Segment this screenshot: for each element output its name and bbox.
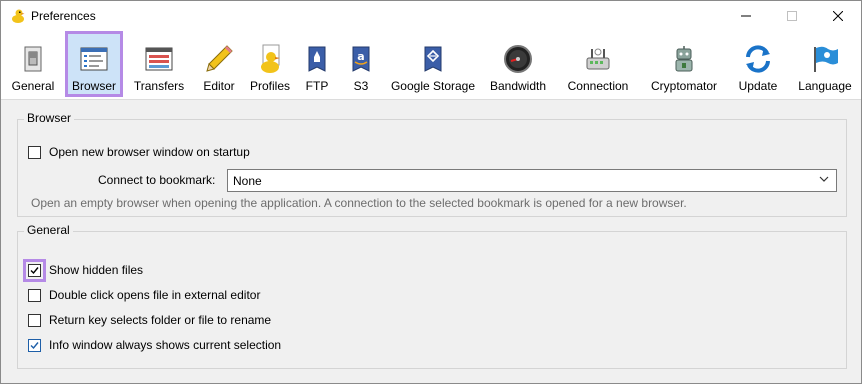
pencil-icon	[206, 45, 233, 72]
tab-language[interactable]: Language	[795, 33, 855, 95]
chevron-down-icon	[819, 176, 829, 182]
double-click-label: Double click opens file in external edit…	[49, 288, 261, 302]
info-window-checkbox[interactable]	[28, 338, 41, 352]
minimize-icon	[741, 15, 751, 17]
tab-google-storage[interactable]: Google Storage	[389, 33, 477, 95]
open-new-window-label: Open new browser window on startup	[49, 145, 250, 159]
tab-language-label: Language	[798, 79, 852, 93]
tab-cryptomator-label: Cryptomator	[650, 79, 718, 93]
tab-cryptomator[interactable]: Cryptomator	[645, 33, 723, 95]
google-storage-icon	[424, 46, 442, 72]
checkmark-icon	[30, 341, 39, 349]
double-click-checkbox[interactable]	[28, 288, 41, 302]
tab-bandwidth-label: Bandwidth	[489, 79, 547, 93]
tab-update[interactable]: Update	[733, 33, 783, 95]
minimize-button[interactable]	[723, 1, 769, 31]
general-group-title: General	[24, 223, 73, 237]
tab-ftp-label: FTP	[305, 79, 329, 93]
tab-ftp[interactable]: FTP	[301, 33, 333, 95]
window-title: Preferences	[31, 9, 96, 23]
connect-to-bookmark-select[interactable]: None	[227, 169, 837, 192]
browser-window-icon	[80, 47, 108, 71]
title-bar: Preferences	[1, 1, 861, 31]
tab-update-label: Update	[738, 79, 778, 93]
tab-s3-label: S3	[353, 79, 369, 93]
tab-google-storage-label: Google Storage	[390, 79, 476, 93]
maximize-icon	[787, 11, 797, 21]
profiles-duck-icon	[261, 44, 280, 73]
preferences-toolbar: General Browser Transfers Editor Profile…	[1, 31, 861, 100]
info-window-label: Info window always shows current selecti…	[49, 338, 282, 352]
close-button[interactable]	[815, 1, 861, 31]
open-new-window-checkbox[interactable]	[28, 145, 41, 159]
general-switch-icon	[24, 46, 42, 72]
ftp-rocket-icon	[308, 46, 326, 72]
tab-s3[interactable]: a S3	[345, 33, 377, 95]
show-hidden-files-option[interactable]: Show hidden files	[23, 258, 144, 282]
tab-profiles[interactable]: Profiles	[247, 33, 293, 95]
language-flag-icon	[814, 46, 838, 72]
s3-amazon-icon: a	[352, 46, 370, 72]
update-arrows-icon	[746, 45, 770, 73]
tab-browser[interactable]: Browser	[65, 31, 123, 97]
tab-connection-label: Connection	[567, 79, 629, 93]
preferences-window: Preferences General Browser Transfers Ed…	[0, 0, 862, 384]
duck-app-icon	[12, 9, 25, 23]
close-icon	[833, 11, 843, 21]
connect-to-bookmark-value: None	[233, 174, 262, 188]
cryptomator-robot-icon	[675, 46, 693, 72]
open-new-window-option[interactable]: Open new browser window on startup	[28, 143, 250, 161]
show-hidden-files-label: Show hidden files	[49, 263, 144, 277]
bookmark-hint-text: Open an empty browser when opening the a…	[31, 196, 687, 210]
tab-general-label: General	[11, 79, 55, 93]
return-key-label: Return key selects folder or file to ren…	[49, 313, 272, 327]
connection-router-icon	[586, 48, 610, 70]
tab-editor[interactable]: Editor	[197, 33, 241, 95]
tab-bandwidth[interactable]: Bandwidth	[485, 33, 551, 95]
tab-editor-label: Editor	[203, 79, 235, 93]
bandwidth-gauge-icon	[504, 45, 532, 73]
tab-general[interactable]: General	[7, 33, 59, 95]
checkmark-icon	[30, 266, 39, 274]
transfers-window-icon	[145, 47, 173, 71]
show-hidden-files-checkbox[interactable]	[23, 258, 46, 282]
svg-text:a: a	[357, 50, 364, 63]
tab-browser-label: Browser	[71, 79, 116, 93]
tab-connection[interactable]: Connection	[561, 33, 635, 95]
maximize-button[interactable]	[769, 1, 815, 31]
tab-profiles-label: Profiles	[249, 79, 290, 93]
info-window-option[interactable]: Info window always shows current selecti…	[28, 336, 281, 354]
return-key-checkbox[interactable]	[28, 313, 41, 327]
tab-transfers[interactable]: Transfers	[131, 33, 187, 95]
browser-group-title: Browser	[24, 111, 75, 125]
return-key-option[interactable]: Return key selects folder or file to ren…	[28, 311, 271, 329]
double-click-option[interactable]: Double click opens file in external edit…	[28, 286, 260, 304]
connect-to-bookmark-label: Connect to bookmark:	[98, 173, 216, 187]
tab-transfers-label: Transfers	[133, 79, 185, 93]
